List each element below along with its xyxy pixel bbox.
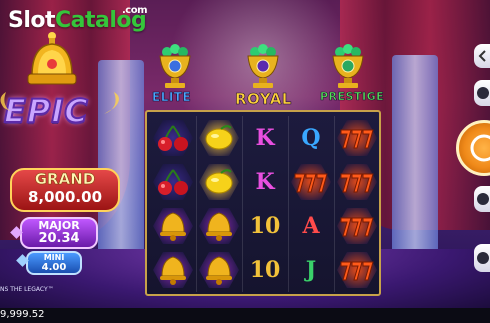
- bell-icon: [160, 256, 186, 285]
- lemon-icon: [205, 125, 233, 150]
- arrow-left-icon: [478, 50, 486, 62]
- symbol-label: J: [305, 257, 317, 283]
- symbol-label: 10: [249, 213, 281, 239]
- cherry-icon: [158, 169, 188, 195]
- reel-symbol-bell: [197, 204, 241, 248]
- mini-value: 4.00: [41, 262, 67, 273]
- trophy-royal-icon: [247, 44, 279, 88]
- turbo-button[interactable]: [474, 244, 490, 272]
- symbol-label: 10: [249, 257, 281, 283]
- reel-symbol-lemon: [197, 116, 241, 160]
- reel-symbol-k: K: [243, 116, 287, 160]
- major-value: 20.34: [38, 231, 80, 246]
- mini-jackpot: MINI 4.00: [26, 251, 82, 275]
- reel-3: K K 10 10: [243, 116, 287, 292]
- grand-value: 8,000.00: [27, 188, 103, 206]
- autoplay-icon: [477, 87, 489, 99]
- bet-button[interactable]: [474, 186, 490, 212]
- reel-divider: [288, 116, 289, 292]
- symbol-label: K: [255, 125, 275, 151]
- seven-icon: [340, 129, 374, 149]
- reel-symbol-cherry: [151, 116, 195, 160]
- reel-symbol-seven: [335, 204, 379, 248]
- mini-label: MINI: [43, 253, 65, 262]
- reel-symbol-a: A: [289, 204, 333, 248]
- reel-divider: [196, 116, 197, 292]
- reel-2: [197, 116, 241, 292]
- reel-symbol-seven: [289, 160, 333, 204]
- reel-divider: [334, 116, 335, 292]
- turbo-icon: [477, 252, 489, 264]
- seven-icon: [294, 173, 328, 193]
- spin-button[interactable]: [456, 120, 490, 176]
- reel-symbol-10: 10: [243, 204, 287, 248]
- reel-5: [335, 116, 379, 292]
- trophy-elite-icon: [159, 44, 191, 88]
- reel-grid: K K 10 10 Q A J: [145, 110, 381, 296]
- bell-icon: [206, 212, 232, 241]
- reel-symbol-bell: [197, 248, 241, 292]
- reel-4: Q AJ: [289, 116, 333, 292]
- coins-icon: [477, 193, 489, 205]
- reel-1: [151, 116, 195, 292]
- bottom-bar: NS THE LEGACY™ 9,999.52: [0, 286, 490, 323]
- reel-symbol-10: 10: [243, 248, 287, 292]
- reel-symbol-seven: [335, 116, 379, 160]
- symbol-label: A: [302, 213, 320, 239]
- trophy-prestige-icon: [332, 44, 364, 88]
- wings-icon: [0, 92, 119, 114]
- symbol-label: Q: [301, 125, 321, 151]
- reel-symbol-seven: [335, 160, 379, 204]
- game-title: NS THE LEGACY™: [0, 286, 54, 293]
- grand-label: GRAND: [34, 170, 96, 189]
- menu-button[interactable]: [474, 44, 490, 68]
- seven-icon: [340, 217, 374, 237]
- autoplay-button[interactable]: [474, 80, 490, 106]
- tier-royal-label: ROYAL: [235, 90, 292, 109]
- reel-symbol-k: K: [243, 160, 287, 204]
- balance-value: 9,999.52: [0, 309, 45, 320]
- bell-icon: [206, 256, 232, 285]
- game-scene: SlotCatalog .com EPIC GRAND 8,000.00 MAJ…: [0, 0, 490, 323]
- pillar-right: [392, 55, 438, 270]
- reel-symbol-q: Q: [289, 116, 333, 160]
- watermark-suffix: .com: [122, 5, 148, 16]
- lemon-icon: [205, 169, 233, 194]
- seven-icon: [340, 261, 374, 281]
- major-jackpot: MAJOR 20.34: [20, 217, 98, 249]
- tier-elite-label: ELITE: [152, 90, 192, 105]
- seven-icon: [340, 173, 374, 193]
- reel-symbol-seven: [335, 248, 379, 292]
- reel-divider: [242, 116, 243, 292]
- symbol-label: K: [255, 169, 275, 195]
- reel-symbol-bell: [151, 204, 195, 248]
- reel-symbol-bell: [151, 248, 195, 292]
- cherry-icon: [158, 125, 188, 151]
- reel-symbol-j: J: [289, 248, 333, 292]
- tier-prestige-label: PRESTIGE: [320, 90, 385, 104]
- reel-symbol-lemon: [197, 160, 241, 204]
- bell-icon: [160, 212, 186, 241]
- reel-symbol-cherry: [151, 160, 195, 204]
- spin-arrows-icon: [470, 134, 490, 162]
- grand-jackpot: GRAND 8,000.00: [10, 168, 120, 212]
